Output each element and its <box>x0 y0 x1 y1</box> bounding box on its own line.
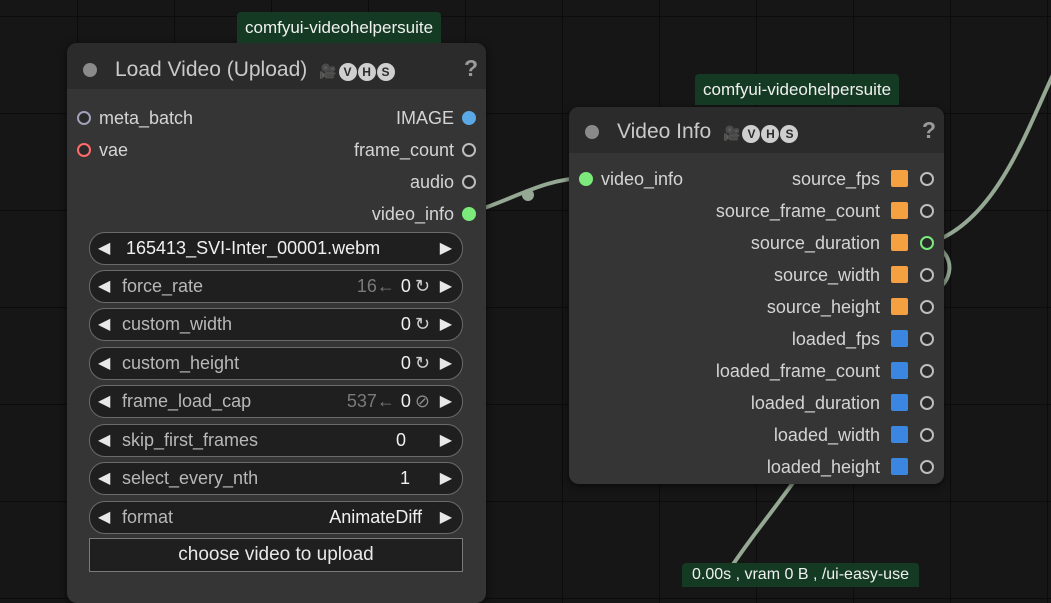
slot-dot-icon[interactable] <box>462 175 476 189</box>
skip-first-frames-widget[interactable]: ◀ skip_first_frames 0 ▶ <box>89 424 463 457</box>
source-type-square-icon <box>891 298 908 315</box>
source-type-square-icon <box>891 266 908 283</box>
video-info-node[interactable]: Video Info 🎥 V H S ? video_info source_fpss… <box>569 107 944 484</box>
output-loaded-frame-count[interactable]: loaded_frame_count <box>716 358 934 384</box>
help-icon[interactable]: ? <box>922 117 936 144</box>
vhs-logo-icon: 🎥 V H S <box>723 120 799 144</box>
status-badge: 0.00s , vram 0 B , /ui-easy-use <box>682 563 919 587</box>
slot-dot-icon[interactable] <box>920 300 934 314</box>
slot-dot-icon[interactable] <box>920 396 934 410</box>
load-video-title-bar[interactable]: Load Video (Upload) 🎥 V H S ? <box>67 43 486 89</box>
slot-dot-icon[interactable] <box>920 172 934 186</box>
loaded-type-square-icon <box>891 330 908 347</box>
select-every-nth-widget[interactable]: ◀ select_every_nth 1 ▶ <box>89 462 463 495</box>
output-frame-count[interactable]: frame_count <box>354 137 476 163</box>
right-arrow-icon[interactable]: ▶ <box>440 463 452 494</box>
loaded-type-square-icon <box>891 394 908 411</box>
node-source-badge: comfyui-videohelpersuite <box>237 12 442 43</box>
output-audio[interactable]: audio <box>410 169 476 195</box>
input-vae[interactable]: vae <box>77 137 128 163</box>
output-source-height[interactable]: source_height <box>767 294 934 320</box>
force-rate-widget[interactable]: ◀ force_rate 16← 0 ↻ ▶ <box>89 270 463 303</box>
input-video-info[interactable]: video_info <box>579 166 683 192</box>
output-image[interactable]: IMAGE <box>396 105 476 131</box>
output-loaded-duration[interactable]: loaded_duration <box>751 390 934 416</box>
slot-dot-icon[interactable] <box>920 428 934 442</box>
loaded-type-square-icon <box>891 458 908 475</box>
choose-video-upload-button[interactable]: choose video to upload <box>89 538 463 572</box>
output-loaded-width[interactable]: loaded_width <box>774 422 934 448</box>
camera-icon: 🎥 <box>723 125 741 142</box>
vhs-logo-icon: 🎥 V H S <box>319 58 395 82</box>
load-video-node[interactable]: Load Video (Upload) 🎥 V H S ? meta_batch va… <box>67 43 486 603</box>
node-title: Video Info 🎥 V H S <box>617 120 799 144</box>
slot-dot-icon[interactable] <box>920 332 934 346</box>
collapse-dot-icon[interactable] <box>585 125 599 139</box>
slot-dot-icon[interactable] <box>462 111 476 125</box>
source-type-square-icon <box>891 202 908 219</box>
slot-dot-icon[interactable] <box>920 364 934 378</box>
slot-dot-icon[interactable] <box>920 460 934 474</box>
video-info-title-bar[interactable]: Video Info 🎥 V H S ? <box>569 107 944 153</box>
output-loaded-height[interactable]: loaded_height <box>767 454 934 480</box>
loaded-type-square-icon <box>891 362 908 379</box>
slot-dot-icon[interactable] <box>462 143 476 157</box>
output-loaded-fps[interactable]: loaded_fps <box>792 326 934 352</box>
left-arrow-icon[interactable]: ◀ <box>98 233 110 264</box>
right-arrow-icon[interactable]: ▶ <box>440 271 452 302</box>
left-arrow-icon[interactable]: ◀ <box>98 425 110 456</box>
loaded-type-square-icon <box>891 426 908 443</box>
output-video-info[interactable]: video_info <box>372 201 476 227</box>
reset-icon: ↻ <box>414 276 430 296</box>
output-source-frame-count[interactable]: source_frame_count <box>716 198 934 224</box>
slot-dot-icon[interactable] <box>920 236 934 250</box>
right-arrow-icon[interactable]: ▶ <box>440 309 452 340</box>
help-icon[interactable]: ? <box>464 55 478 82</box>
slot-dot-icon[interactable] <box>920 268 934 282</box>
output-source-fps[interactable]: source_fps <box>792 166 934 192</box>
slot-dot-icon[interactable] <box>579 172 593 186</box>
reset-icon: ↻ <box>414 353 430 373</box>
right-arrow-icon[interactable]: ▶ <box>440 425 452 456</box>
video-file-combo[interactable]: ◀ 165413_SVI-Inter_00001.webm ▶ <box>89 232 463 265</box>
node-title: Load Video (Upload) 🎥 V H S <box>115 58 396 82</box>
reset-icon: ↻ <box>414 314 430 334</box>
node-source-badge: comfyui-videohelpersuite <box>695 74 900 105</box>
slot-dot-icon[interactable] <box>920 204 934 218</box>
input-meta-batch[interactable]: meta_batch <box>77 105 193 131</box>
right-arrow-icon[interactable]: ▶ <box>440 348 452 379</box>
right-arrow-icon[interactable]: ▶ <box>440 233 452 264</box>
source-type-square-icon <box>891 234 908 251</box>
custom-height-widget[interactable]: ◀ custom_height 0 ↻ ▶ <box>89 347 463 380</box>
collapse-dot-icon[interactable] <box>83 63 97 77</box>
slot-dot-icon[interactable] <box>77 111 91 125</box>
source-type-square-icon <box>891 170 908 187</box>
disabled-icon: ⊘ <box>414 391 430 411</box>
left-arrow-icon[interactable]: ◀ <box>98 309 110 340</box>
slot-dot-icon[interactable] <box>77 143 91 157</box>
custom-width-widget[interactable]: ◀ custom_width 0 ↻ ▶ <box>89 308 463 341</box>
left-arrow-icon[interactable]: ◀ <box>98 348 110 379</box>
left-arrow-icon[interactable]: ◀ <box>98 271 110 302</box>
left-arrow-icon[interactable]: ◀ <box>98 463 110 494</box>
right-arrow-icon[interactable]: ▶ <box>440 502 452 533</box>
left-arrow-icon[interactable]: ◀ <box>98 502 110 533</box>
camera-icon: 🎥 <box>319 63 337 80</box>
frame-load-cap-widget[interactable]: ◀ frame_load_cap 537← 0 ⊘ ▶ <box>89 385 463 418</box>
left-arrow-icon[interactable]: ◀ <box>98 386 110 417</box>
output-source-width[interactable]: source_width <box>774 262 934 288</box>
output-source-duration[interactable]: source_duration <box>751 230 934 256</box>
right-arrow-icon[interactable]: ▶ <box>440 386 452 417</box>
slot-dot-icon[interactable] <box>462 207 476 221</box>
format-combo[interactable]: ◀ format AnimateDiff ▶ <box>89 501 463 534</box>
